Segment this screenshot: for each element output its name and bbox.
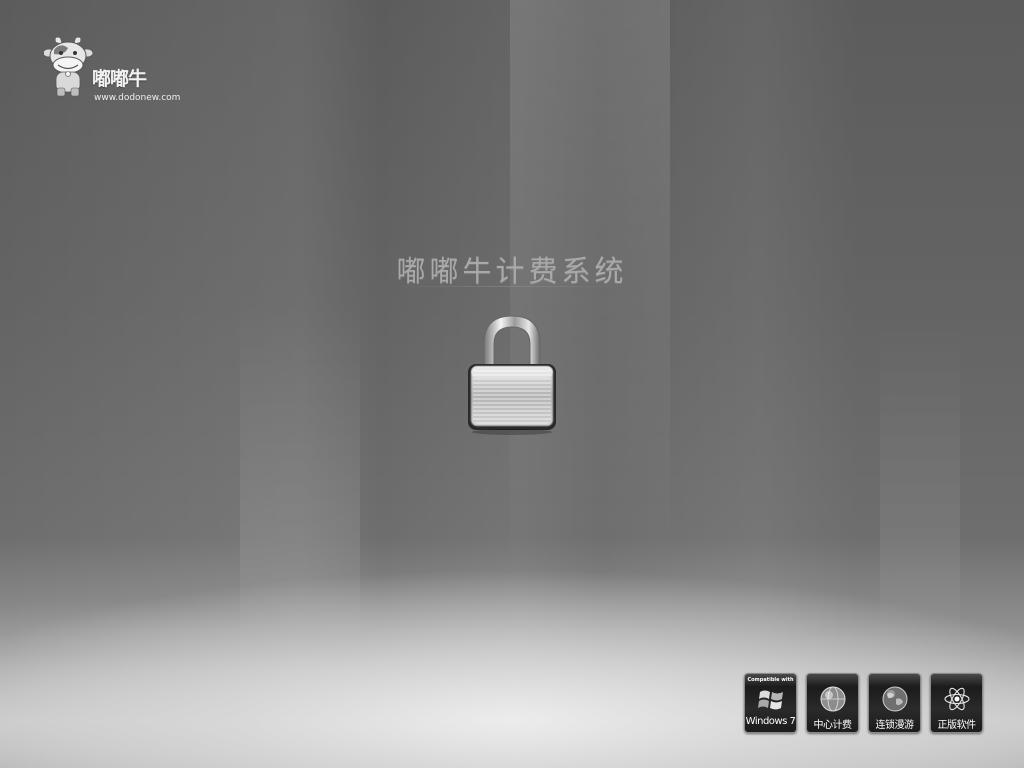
brand-name: 嘟嘟牛 xyxy=(92,68,147,90)
feature-badges: Compatible with Windows 7 中心计费 连锁漫游 正版软件 xyxy=(744,673,984,733)
atom-icon xyxy=(944,687,970,711)
badge-label: 连锁漫游 xyxy=(875,720,915,731)
cow-mascot-icon xyxy=(44,37,94,97)
brand-url: www.dodonew.com xyxy=(94,93,181,103)
windows-logo-icon xyxy=(758,690,783,710)
page-title: 嘟嘟牛计费系统 xyxy=(396,254,628,288)
light-streak xyxy=(240,300,360,640)
lock-screen: { "logo": { "name": "嘟嘟牛", "url": "www.d… xyxy=(0,0,1024,768)
badge-label: 中心计费 xyxy=(813,720,853,731)
light-streak xyxy=(880,320,960,640)
earth-icon xyxy=(882,686,908,712)
badge-genuine-software: 正版软件 xyxy=(930,673,983,733)
badge-label: Windows 7 xyxy=(745,716,796,727)
brand-logo: 嘟嘟牛 www.dodonew.com xyxy=(44,36,194,106)
badge-chain-roaming: 连锁漫游 xyxy=(868,673,921,733)
badge-label: 正版软件 xyxy=(937,720,977,731)
padlock-icon xyxy=(468,315,556,435)
badge-central-billing: 中心计费 xyxy=(806,673,859,733)
badge-windows7: Compatible with Windows 7 xyxy=(744,673,797,733)
badge-compatible-text: Compatible with xyxy=(747,677,794,683)
title-divider xyxy=(392,286,632,287)
globe-icon xyxy=(820,686,846,712)
unlock-button[interactable] xyxy=(462,310,562,436)
